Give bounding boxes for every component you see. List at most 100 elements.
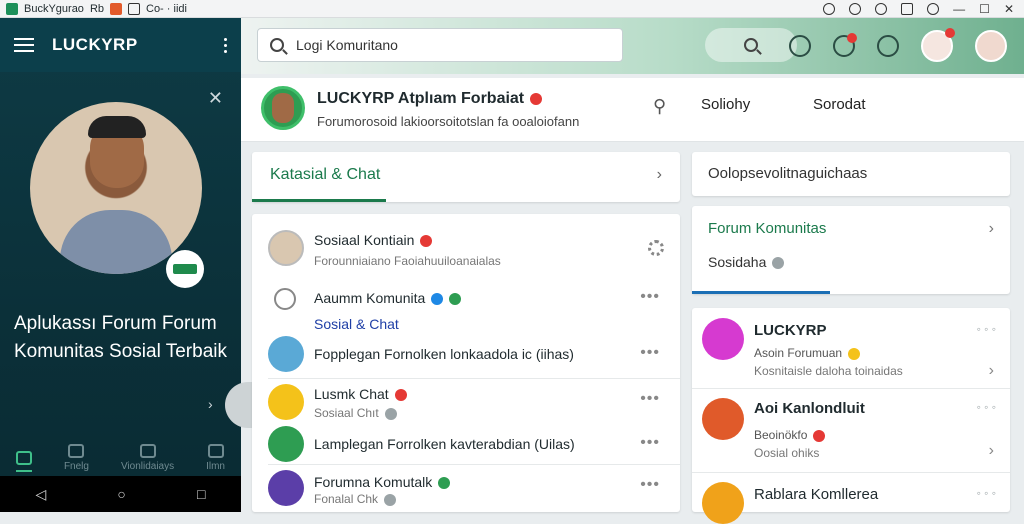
pin-icon[interactable] — [789, 35, 811, 57]
tab-notifications[interactable]: Vionlidaiays — [121, 444, 174, 472]
status-dots-icon: ◦ ◦ ◦ — [976, 400, 996, 414]
history-icon[interactable] — [875, 2, 888, 15]
list-item-title: Fopplegan Fornolken lonkaadola ic (iihas… — [314, 346, 574, 362]
divider — [692, 472, 1010, 473]
wifi-icon[interactable] — [901, 2, 914, 15]
list-item[interactable]: Lamplegan Forrolken kavterabdian (Uilas)… — [252, 426, 680, 466]
avatar — [702, 482, 744, 524]
forum-card[interactable]: Forum Komunitas › Sosidaha — [692, 206, 1010, 294]
right-header-label: Oolopsevolitnaguichaas — [708, 165, 868, 182]
list-item-title: Sosiaal Kontiain — [314, 232, 433, 248]
system-nav-bar: ◁ ○ □ — [0, 476, 241, 512]
brand-name: LUCKYRP — [52, 35, 138, 54]
more-icon[interactable]: ••• — [640, 434, 660, 452]
search-button[interactable] — [705, 28, 797, 62]
list-item-subtitle: Sosiaal Chıt — [314, 406, 397, 420]
nav-back-icon[interactable]: ◁ — [36, 486, 47, 503]
more-vertical-icon[interactable] — [224, 37, 227, 53]
chevron-right-icon[interactable]: › — [989, 220, 994, 238]
github-icon[interactable] — [823, 2, 836, 15]
search-icon — [270, 38, 284, 52]
right-header-card[interactable]: Oolopsevolitnaguichaas — [692, 152, 1010, 196]
list-item-subtitle: Fonalal Chk — [314, 492, 397, 506]
top-app-bar: Logi Komuritano — [241, 18, 1024, 74]
list-item[interactable]: Sosiaal Kontiain Forounniaiano Faoiahuui… — [252, 228, 680, 278]
forum-title[interactable]: Forum Komunitas — [708, 220, 826, 237]
tab-chat[interactable]: Fnelg — [64, 444, 89, 472]
list-item-title: Forumna Komutalk — [314, 474, 451, 490]
chevron-right-icon[interactable]: › — [989, 362, 994, 380]
tab-menu[interactable]: Ilmn — [206, 444, 225, 472]
close-icon[interactable]: ✕ — [1004, 2, 1014, 16]
alert-icon — [420, 235, 433, 248]
list-item[interactable]: Forumna Komutalk Fonalal Chk ••• — [252, 470, 680, 510]
sidebar-close-icon[interactable]: ✕ — [208, 88, 223, 109]
chevron-right-icon[interactable]: › — [657, 166, 662, 184]
more-icon[interactable]: ••• — [640, 344, 660, 362]
member-role: Beoinökfo — [754, 428, 826, 442]
sidebar: LUCKYRP ✕ Aplukassı Forum Forum Komunita… — [0, 18, 257, 512]
profile-title: LUCKYRP Atplıam Forbaiat — [317, 90, 543, 108]
member-name: LUCKYRP — [754, 322, 827, 339]
search-input[interactable]: Logi Komuritano — [257, 28, 623, 62]
verified-icon — [772, 257, 785, 270]
check-icon — [438, 477, 451, 490]
list-item[interactable]: Lusmk Chat Sosiaal Chıt ••• — [252, 384, 680, 428]
more-icon[interactable]: ••• — [640, 288, 660, 306]
tab-social-chat[interactable]: Katasial & Chat — [270, 166, 380, 184]
nav-home-icon[interactable]: ○ — [117, 486, 125, 502]
orange-square-icon — [110, 2, 122, 15]
status-dots-icon: ◦ ◦ ◦ — [976, 322, 996, 336]
gear-icon — [449, 293, 462, 306]
user-avatar[interactable] — [921, 28, 955, 62]
nav-recent-icon[interactable]: □ — [197, 486, 205, 502]
search-placeholder: Logi Komuritano — [296, 37, 398, 53]
list-item[interactable]: Aoi Kanlondluit Beoinökfo Oosial ohiks ◦… — [692, 396, 1010, 468]
member-role: Asoin Forumuan — [754, 346, 861, 360]
list-item[interactable]: Fopplegan Fornolken lonkaadola ic (iihas… — [252, 336, 680, 376]
alert-icon — [813, 429, 826, 442]
profile-header: LUCKYRP Atplıam Forbaiat Forumorosoid la… — [241, 78, 1024, 142]
more-icon[interactable]: ••• — [640, 476, 660, 494]
minimize-icon[interactable]: — — [953, 2, 965, 16]
alert-icon — [394, 389, 407, 402]
pin-icon[interactable]: ⚲ — [653, 96, 666, 117]
home-icon — [15, 451, 32, 465]
chat-icon — [268, 426, 304, 462]
section-tab[interactable]: Katasial & Chat › — [252, 152, 680, 202]
member-name: Rablara Komllerea — [754, 486, 879, 503]
window-title: BuckYgurao — [24, 2, 84, 15]
notification-badge — [847, 33, 857, 43]
chevron-right-icon[interactable]: › — [208, 396, 213, 412]
user-avatar-2[interactable] — [975, 30, 1007, 62]
sidebar-tabs: Fnelg Vionlidaiays Ilmn — [0, 434, 241, 476]
list-item[interactable]: LUCKYRP Asoin Forumuan Kosnitaisle daloh… — [692, 318, 1010, 388]
list-item-title: Lamplegan Forrolken kavterabdian (Uilas) — [314, 436, 575, 452]
hamburger-menu-icon[interactable] — [14, 38, 34, 52]
divider — [268, 464, 680, 465]
gear-icon[interactable] — [648, 240, 664, 256]
search-icon[interactable] — [877, 35, 899, 57]
app-icon — [6, 2, 18, 15]
bell-icon — [139, 444, 156, 458]
alert-icon[interactable] — [849, 2, 862, 15]
verified-badge-icon — [166, 250, 204, 288]
more-icon[interactable]: ••• — [640, 390, 660, 408]
member-detail: Kosnitaisle daloha toinaidas — [754, 364, 903, 378]
header-link-2[interactable]: Sorodat — [813, 96, 866, 113]
avatar-badge — [945, 28, 955, 38]
verified-icon — [384, 493, 397, 506]
notification-icon[interactable] — [833, 33, 857, 57]
tab-home[interactable] — [15, 451, 32, 472]
list-item[interactable]: Rablara Komllerea ◦ ◦ ◦ — [692, 480, 1010, 524]
info-icon — [431, 293, 444, 306]
settings-icon[interactable] — [927, 2, 940, 15]
header-link-1[interactable]: Soliohy — [701, 96, 750, 113]
avatar — [268, 230, 304, 266]
chevron-right-icon[interactable]: › — [989, 442, 994, 460]
member-detail: Oosial ohiks — [754, 446, 820, 460]
maximize-icon[interactable]: ☐ — [979, 2, 990, 16]
profile-avatar[interactable] — [261, 86, 305, 130]
list-item[interactable]: Aaumm Komunita Sosial & Chat ••• — [252, 286, 680, 338]
profile-avatar[interactable] — [30, 102, 202, 274]
